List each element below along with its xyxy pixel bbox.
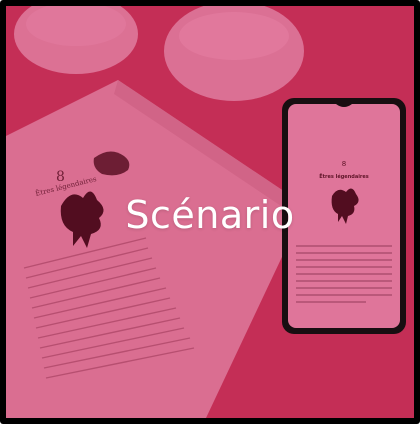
scenario-card[interactable]: 8 Êtres légendaires 8 Êtres légendaires	[0, 0, 420, 424]
svg-text:Êtres légendaires: Êtres légendaires	[319, 172, 369, 180]
svg-text:8: 8	[342, 160, 346, 168]
card-title[interactable]: Scénario	[6, 196, 414, 234]
card-image[interactable]: 8 Êtres légendaires 8 Êtres légendaires	[6, 6, 414, 418]
